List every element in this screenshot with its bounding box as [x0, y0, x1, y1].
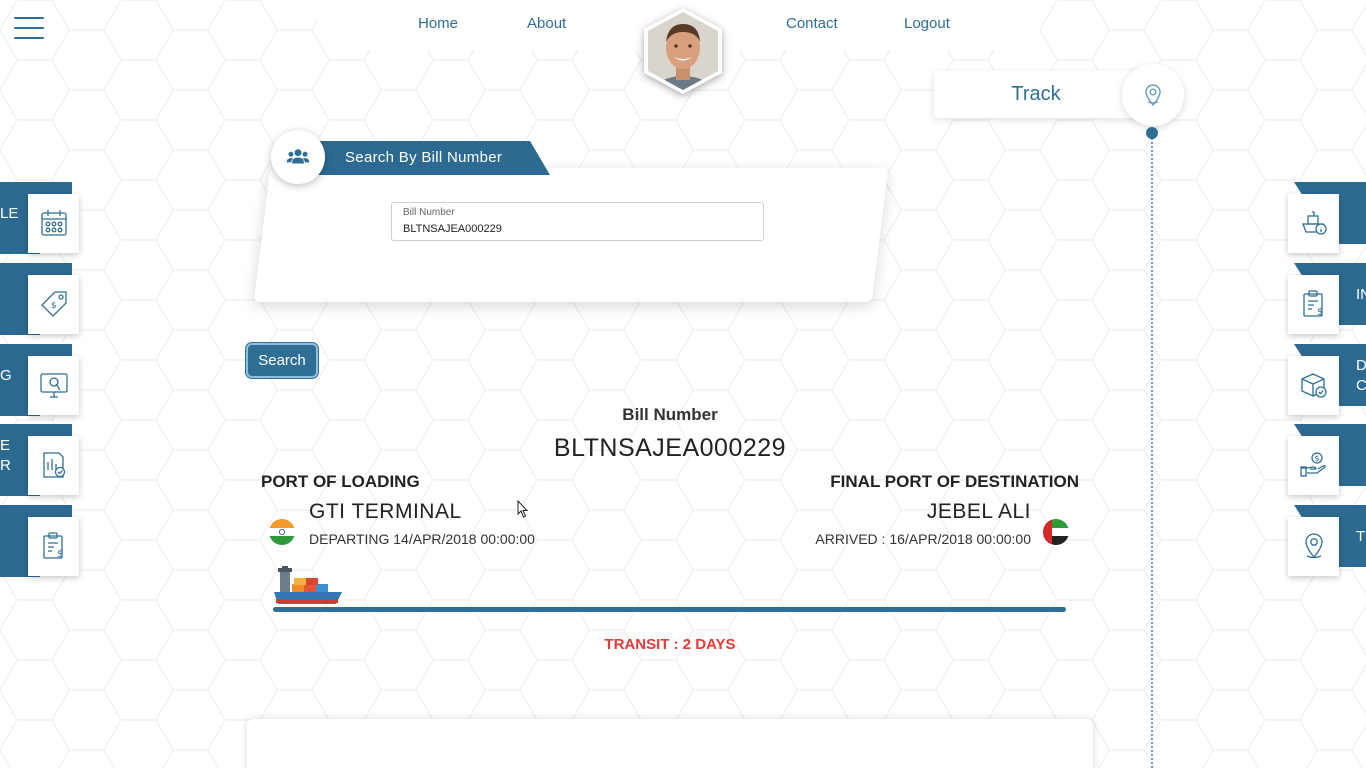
hamburger-menu-icon[interactable]: [14, 17, 44, 39]
nav-home[interactable]: Home: [418, 15, 458, 32]
monitor-touch-icon: [40, 373, 68, 398]
left-tab-label: E R: [0, 437, 11, 474]
users-group-icon: [286, 149, 310, 164]
package-check-icon: [1301, 373, 1327, 398]
right-tab-vessel-info[interactable]: [1286, 182, 1366, 254]
svg-text:$: $: [51, 301, 57, 311]
loading-port-name: GTI TERMINAL: [309, 500, 462, 523]
cargo-ship-icon: [272, 566, 344, 610]
search-banner: Search By Bill Number: [300, 141, 550, 175]
right-tab-track[interactable]: T: [1286, 505, 1366, 577]
right-tab-delivery[interactable]: D C: [1286, 344, 1366, 416]
departing-date: DEPARTING 14/APR/2018 00:00:00: [309, 531, 535, 547]
left-tab-label: LE: [0, 205, 19, 222]
mouse-cursor-icon: [517, 500, 529, 518]
track-panel[interactable]: Track: [934, 71, 1144, 118]
right-tab-label: T: [1356, 528, 1366, 545]
price-tag-icon: $: [41, 291, 67, 317]
svg-text:$: $: [1315, 454, 1320, 463]
track-timeline-line: [1151, 138, 1153, 768]
right-tab-label: IN: [1356, 286, 1366, 303]
report-check-icon: [43, 452, 66, 478]
track-timeline-dot: [1146, 127, 1158, 139]
bill-number-field[interactable]: Bill Number BLTNSAJEA000229: [391, 202, 764, 241]
india-flag-icon: [269, 519, 295, 545]
search-button[interactable]: Search: [246, 343, 318, 378]
invoice-dollar-icon: $: [43, 532, 63, 560]
hand-coin-icon: $: [1300, 452, 1326, 477]
voyage-progress-track: [273, 607, 1066, 612]
right-tab-invoice[interactable]: IN $: [1286, 263, 1366, 335]
search-badge: [271, 130, 325, 184]
left-tab-tariff[interactable]: $: [0, 263, 80, 335]
calendar-icon: [41, 210, 67, 236]
svg-text:$: $: [1317, 307, 1323, 318]
nav-about[interactable]: About: [527, 15, 566, 32]
port-of-loading-heading: PORT OF LOADING: [261, 472, 420, 491]
uae-flag-icon: [1043, 519, 1069, 545]
ship-info-icon: [1302, 211, 1327, 235]
track-label: Track: [1011, 83, 1061, 105]
clipboard-dollar-icon: $: [1303, 290, 1323, 318]
arrived-date: ARRIVED : 16/APR/2018 00:00:00: [815, 531, 1031, 547]
details-card: [247, 719, 1093, 768]
bill-number-input[interactable]: BLTNSAJEA000229: [403, 223, 502, 235]
track-location-button[interactable]: [1122, 64, 1184, 126]
location-pin-icon: [1305, 533, 1323, 559]
avatar[interactable]: [644, 8, 722, 94]
destination-port-name: JEBEL ALI: [926, 500, 1031, 523]
left-tab-schedule[interactable]: LE: [0, 182, 80, 254]
location-pin-icon: [1145, 84, 1161, 107]
bill-number-field-label: Bill Number: [403, 207, 455, 218]
right-tab-label: D C: [1356, 357, 1366, 394]
left-tab-label: G: [0, 367, 12, 384]
left-tab-tracking[interactable]: G: [0, 344, 80, 416]
svg-text:$: $: [57, 549, 63, 560]
final-port-heading: FINAL PORT OF DESTINATION: [830, 472, 1079, 491]
left-tab-reports[interactable]: E R: [0, 424, 80, 496]
left-tab-invoice[interactable]: $: [0, 505, 80, 577]
bill-number-title: Bill Number: [622, 405, 718, 424]
transit-duration: TRANSIT : 2 DAYS: [604, 636, 736, 653]
nav-logout[interactable]: Logout: [904, 15, 950, 32]
nav-contact[interactable]: Contact: [786, 15, 838, 32]
bill-number-value: BLTNSAJEA000229: [553, 434, 787, 462]
right-tab-payment[interactable]: $: [1286, 424, 1366, 496]
search-banner-label: Search By Bill Number: [345, 149, 503, 166]
